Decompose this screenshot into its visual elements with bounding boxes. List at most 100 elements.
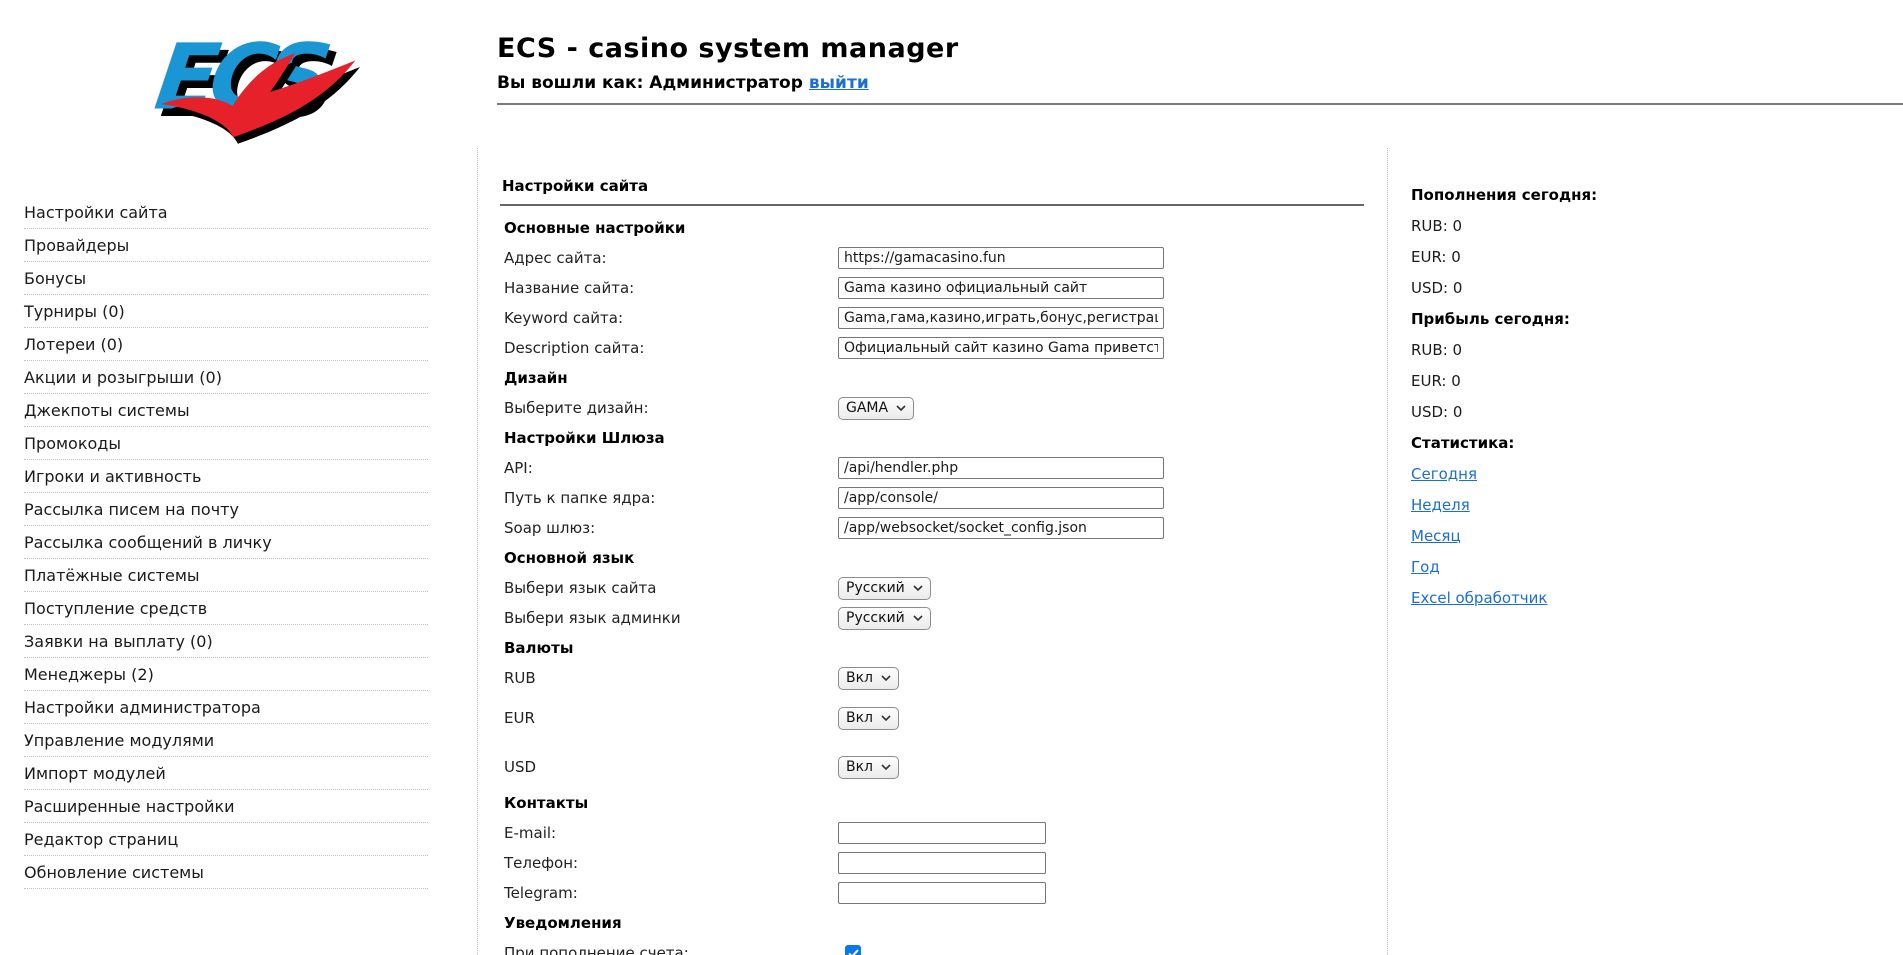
sidebar-item-incoming-funds[interactable]: Поступление средств <box>24 592 428 625</box>
deposits-heading: Пополнения сегодня: <box>1411 179 1731 210</box>
field-row-design-select: Выберите дизайн: GAMA <box>500 393 1370 423</box>
field-row-core-path: Путь к папке ядра: <box>500 483 1370 513</box>
stats-link-week[interactable]: Неделя <box>1411 496 1470 514</box>
sidebar-item-advanced-settings[interactable]: Расширенные настройки <box>24 790 428 823</box>
deposit-notification-label: При пополнение счета: <box>500 944 838 955</box>
section-heading: Контакты <box>500 794 588 812</box>
section-contacts: Контакты <box>500 788 1370 818</box>
section-basic-settings: Основные настройки <box>500 213 1370 243</box>
field-row-description: Description сайта: <box>500 333 1370 363</box>
stats-link-month[interactable]: Месяц <box>1411 527 1461 545</box>
sidebar-menu: Настройки сайта Провайдеры Бонусы Турнир… <box>24 196 428 889</box>
description-input[interactable] <box>838 337 1164 359</box>
sidebar-item-promocodes[interactable]: Промокоды <box>24 427 428 460</box>
site-name-label: Название сайта: <box>500 279 838 297</box>
field-row-rub: RUB Вкл <box>500 663 1370 693</box>
field-row-site-name: Название сайта: <box>500 273 1370 303</box>
description-label: Description сайта: <box>500 339 838 357</box>
sidebar-item-email-newsletter[interactable]: Рассылка писем на почту <box>24 493 428 526</box>
deposits-eur: EUR: 0 <box>1411 241 1731 272</box>
stats-link-today[interactable]: Сегодня <box>1411 465 1477 483</box>
api-label: API: <box>500 459 838 477</box>
sidebar-item-payout-requests[interactable]: Заявки на выплату (0) <box>24 625 428 658</box>
admin-lang-select[interactable]: Русский <box>838 607 931 630</box>
section-heading: Настройки Шлюза <box>500 429 665 447</box>
section-currencies: Валюты <box>500 633 1370 663</box>
soap-label: Soap шлюз: <box>500 519 838 537</box>
ecs-logo: ECS ECS <box>138 14 360 144</box>
site-lang-select[interactable]: Русский <box>838 577 931 600</box>
chevron-down-icon <box>913 615 923 621</box>
stats-panel: Пополнения сегодня: RUB: 0 EUR: 0 USD: 0… <box>1411 179 1731 613</box>
section-heading: Валюты <box>500 639 573 657</box>
section-heading: Основной язык <box>500 549 634 567</box>
field-row-site-address: Адрес сайта: <box>500 243 1370 273</box>
chevron-down-icon <box>881 764 891 770</box>
logout-link[interactable]: выйти <box>809 73 869 93</box>
field-row-usd: USD Вкл <box>500 752 1370 782</box>
deposit-notification-checkbox[interactable] <box>845 945 861 955</box>
sidebar-item-system-update[interactable]: Обновление системы <box>24 856 428 889</box>
sidebar-item-lotteries[interactable]: Лотереи (0) <box>24 328 428 361</box>
usd-label: USD <box>500 758 838 776</box>
eur-value: Вкл <box>846 710 873 726</box>
header-divider <box>497 103 1903 105</box>
site-settings-panel: Настройки сайта Основные настройки Адрес… <box>500 175 1370 955</box>
usd-value: Вкл <box>846 759 873 775</box>
soap-input[interactable] <box>838 517 1164 539</box>
sidebar-item-module-import[interactable]: Импорт модулей <box>24 757 428 790</box>
chevron-down-icon <box>913 585 923 591</box>
stats-link-excel[interactable]: Excel обработчик <box>1411 589 1547 607</box>
core-path-label: Путь к папке ядра: <box>500 489 838 507</box>
field-row-keyword: Keyword сайта: <box>500 303 1370 333</box>
sidebar-item-pm-newsletter[interactable]: Рассылка сообщений в личку <box>24 526 428 559</box>
panel-title-divider <box>500 204 1364 206</box>
phone-input[interactable] <box>838 852 1046 874</box>
email-input[interactable] <box>838 822 1046 844</box>
sidebar-item-providers[interactable]: Провайдеры <box>24 229 428 262</box>
field-row-phone: Телефон: <box>500 848 1370 878</box>
sidebar-item-site-settings[interactable]: Настройки сайта <box>24 196 428 229</box>
site-address-label: Адрес сайта: <box>500 249 838 267</box>
field-row-eur: EUR Вкл <box>500 703 1370 733</box>
sidebar-item-players-activity[interactable]: Игроки и активность <box>24 460 428 493</box>
sidebar-item-module-management[interactable]: Управление модулями <box>24 724 428 757</box>
design-select[interactable]: GAMA <box>838 397 914 420</box>
section-heading: Основные настройки <box>500 219 685 237</box>
rub-select[interactable]: Вкл <box>838 667 899 690</box>
sidebar-item-managers[interactable]: Менеджеры (2) <box>24 658 428 691</box>
email-label: E-mail: <box>500 824 838 842</box>
usd-select[interactable]: Вкл <box>838 756 899 779</box>
deposits-usd: USD: 0 <box>1411 272 1731 303</box>
sidebar-item-payment-systems[interactable]: Платёжные системы <box>24 559 428 592</box>
statistics-heading: Статистика: <box>1411 427 1731 458</box>
page: ECS ECS ECS - casino system manager Вы в… <box>0 0 1903 955</box>
deposits-rub: RUB: 0 <box>1411 210 1731 241</box>
api-input[interactable] <box>838 457 1164 479</box>
telegram-input[interactable] <box>838 882 1046 904</box>
eur-select[interactable]: Вкл <box>838 707 899 730</box>
design-select-value: GAMA <box>846 400 888 416</box>
chevron-down-icon <box>896 405 906 411</box>
sidebar-item-tournaments[interactable]: Турниры (0) <box>24 295 428 328</box>
sidebar-item-admin-settings[interactable]: Настройки администратора <box>24 691 428 724</box>
core-path-input[interactable] <box>838 487 1164 509</box>
profit-usd: USD: 0 <box>1411 396 1731 427</box>
field-row-email: E-mail: <box>500 818 1370 848</box>
site-address-input[interactable] <box>838 247 1164 269</box>
keyword-input[interactable] <box>838 307 1164 329</box>
stats-link-year[interactable]: Год <box>1411 558 1440 576</box>
field-row-deposit-notification: При пополнение счета: <box>500 938 1370 955</box>
chevron-down-icon <box>881 715 891 721</box>
section-heading: Уведомления <box>500 914 622 932</box>
panel-title: Настройки сайта <box>500 175 1370 197</box>
field-row-soap: Soap шлюз: <box>500 513 1370 543</box>
sidebar-item-jackpots[interactable]: Джекпоты системы <box>24 394 428 427</box>
telegram-label: Telegram: <box>500 884 838 902</box>
header: ECS - casino system manager Вы вошли как… <box>497 33 959 93</box>
checkmark-icon <box>848 949 859 955</box>
sidebar-item-bonuses[interactable]: Бонусы <box>24 262 428 295</box>
site-name-input[interactable] <box>838 277 1164 299</box>
sidebar-item-page-editor[interactable]: Редактор страниц <box>24 823 428 856</box>
sidebar-item-promotions[interactable]: Акции и розыгрыши (0) <box>24 361 428 394</box>
